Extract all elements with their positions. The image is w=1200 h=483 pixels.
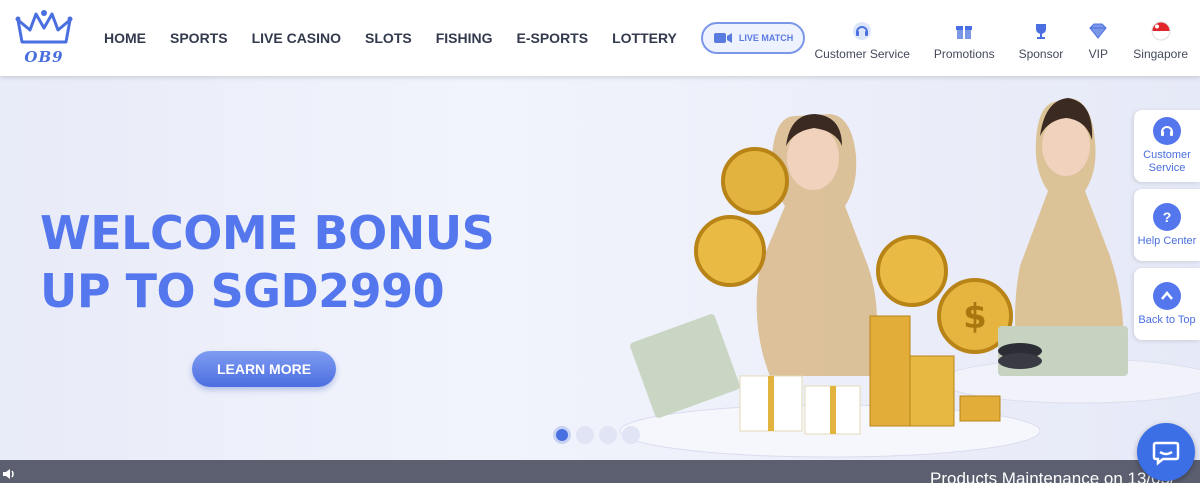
headline-line-2: UP TO SGD2990 [40, 264, 445, 318]
side-help-center-label: Help Center [1137, 234, 1197, 247]
svg-text:$: $ [963, 297, 987, 337]
live-chat-button[interactable] [1137, 423, 1195, 481]
announcement-text: Products Maintenance on 13/05/ [930, 469, 1175, 483]
nav-lottery[interactable]: LOTTERY [612, 30, 677, 46]
nav-live-casino[interactable]: LIVE CASINO [252, 30, 341, 46]
side-back-to-top-label: Back to Top [1138, 313, 1196, 326]
side-back-to-top[interactable]: Back to Top [1134, 268, 1200, 340]
crown-icon [15, 10, 73, 44]
side-customer-service-label: Customer Service [1143, 149, 1191, 174]
side-widget: Customer Service ? Help Center Back to T… [1134, 110, 1200, 347]
ob9-logo[interactable]: OB9 [14, 8, 74, 68]
chevron-up-icon [1153, 281, 1181, 310]
sponsor-link[interactable]: Sponsor [1018, 0, 1064, 61]
customer-service-link[interactable]: Customer Service [815, 0, 910, 61]
diamond-icon [1087, 20, 1109, 42]
chat-bubble-icon [1152, 441, 1180, 466]
vip-link[interactable]: VIP [1087, 0, 1109, 61]
headset-icon [1153, 117, 1181, 145]
banner-headline: WELCOME BONUS UP TO SGD2990 [40, 204, 495, 320]
video-camera-icon [713, 33, 732, 43]
sponsor-label: Sponsor [1018, 47, 1064, 61]
carousel-dot-3[interactable] [599, 426, 617, 444]
customer-service-label: Customer Service [814, 47, 910, 61]
top-header: OB9 HOME SPORTS LIVE CASINO SLOTS FISHIN… [0, 0, 1200, 76]
announcement-bar: Products Maintenance on 13/05/ [0, 460, 1200, 483]
trophy-icon [1030, 20, 1052, 42]
side-customer-service[interactable]: Customer Service [1134, 110, 1200, 182]
main-nav: HOME SPORTS LIVE CASINO SLOTS FISHING E-… [104, 0, 806, 76]
live-match-label: LIVE MATCH [738, 33, 794, 43]
carousel-dots [553, 426, 645, 444]
region-selector[interactable]: Singapore [1133, 0, 1188, 61]
carousel-dot-1[interactable] [553, 426, 571, 444]
headset-icon [851, 20, 873, 42]
header-links: Customer Service Promotions Sponsor VIP … [803, 0, 1200, 76]
nav-home[interactable]: HOME [104, 30, 146, 46]
speaker-icon [3, 469, 14, 479]
promotions-link[interactable]: Promotions [934, 0, 995, 61]
singapore-flag-icon [1150, 20, 1172, 42]
headline-line-1: WELCOME BONUS [40, 206, 495, 260]
question-icon: ? [1153, 202, 1181, 231]
logo-text: OB9 [24, 48, 64, 66]
live-match-button[interactable]: LIVE MATCH [700, 22, 806, 54]
side-help-center[interactable]: ? Help Center [1134, 189, 1200, 261]
nav-esports[interactable]: E-SPORTS [517, 30, 589, 46]
learn-more-button[interactable]: LEARN MORE [192, 351, 336, 387]
gift-icon [953, 20, 975, 42]
banner-artwork: $ [619, 98, 1200, 458]
promotions-label: Promotions [933, 47, 995, 61]
hero-banner[interactable]: WELCOME BONUS UP TO SGD2990 LEARN MORE $ [0, 76, 1200, 460]
nav-fishing[interactable]: FISHING [436, 30, 493, 46]
vip-label: VIP [1088, 47, 1108, 61]
carousel-dot-2[interactable] [576, 426, 594, 444]
nav-slots[interactable]: SLOTS [365, 30, 412, 46]
carousel-dot-4[interactable] [622, 426, 640, 444]
region-label: Singapore [1133, 47, 1188, 61]
nav-sports[interactable]: SPORTS [170, 30, 228, 46]
